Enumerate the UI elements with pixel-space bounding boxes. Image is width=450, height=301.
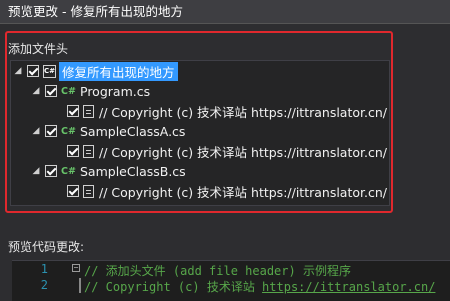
change-marker	[79, 278, 81, 293]
highlight-annotation-box	[5, 31, 393, 213]
code-line: // Copyright (c) 技术译站 https://ittranslat…	[84, 278, 435, 295]
code-preview[interactable]: 1 − // 添加头文件 (add file header) 示例程序 2 //…	[12, 260, 450, 301]
code-link[interactable]: https://ittranslator.cn/	[262, 280, 435, 294]
window-title: 预览更改 - 修复所有出现的地方	[0, 0, 450, 24]
code-text: // Copyright (c) 技术译站	[84, 280, 263, 294]
preview-header: 预览代码更改:	[8, 240, 85, 254]
line-number: 1	[40, 262, 48, 276]
line-number: 2	[40, 278, 48, 292]
fold-icon[interactable]: −	[72, 264, 80, 272]
code-line: // 添加头文件 (add file header) 示例程序	[84, 264, 351, 278]
